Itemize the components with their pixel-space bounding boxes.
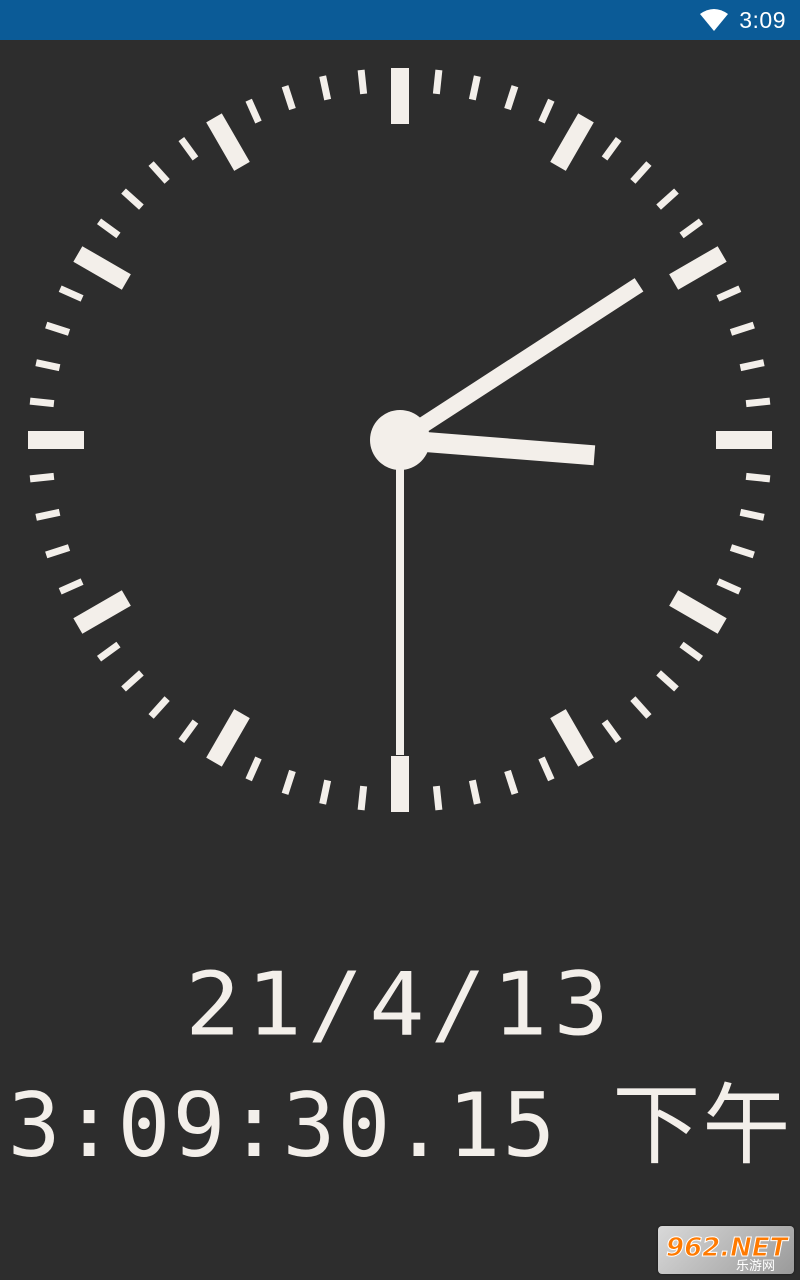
- hour-tick: [206, 709, 250, 767]
- analog-clock-face: [28, 68, 772, 812]
- minute-tick: [538, 98, 555, 124]
- minute-tick: [35, 359, 61, 372]
- minute-tick: [504, 85, 519, 111]
- hour-tick: [669, 246, 727, 290]
- minute-tick: [432, 785, 443, 811]
- hour-tick: [73, 246, 131, 290]
- minute-tick: [121, 188, 144, 210]
- digital-date: 21/4/13: [185, 953, 615, 1056]
- minute-tick: [630, 161, 652, 184]
- minute-tick: [468, 779, 481, 805]
- minute-tick: [468, 75, 481, 101]
- minute-tick: [729, 544, 755, 559]
- minute-tick: [121, 670, 144, 692]
- minute-tick: [148, 161, 170, 184]
- minute-tick: [245, 756, 262, 782]
- minute-tick: [148, 696, 170, 719]
- hour-tick: [550, 113, 594, 171]
- minute-tick: [96, 641, 121, 662]
- minute-tick: [656, 670, 679, 692]
- minute-tick: [281, 769, 296, 795]
- minute-tick: [716, 285, 742, 302]
- minute-tick: [745, 472, 771, 483]
- minute-tick: [29, 472, 55, 483]
- minute-tick: [29, 397, 55, 408]
- minute-tick: [729, 321, 755, 336]
- minute-tick: [538, 756, 555, 782]
- analog-clock: [0, 40, 800, 840]
- minute-tick: [58, 578, 84, 595]
- clock-center-hub: [370, 410, 430, 470]
- minute-tick: [716, 578, 742, 595]
- minute-tick: [630, 696, 652, 719]
- hour-tick: [669, 590, 727, 634]
- digital-time: 3:09:30.15 下午: [7, 1074, 793, 1177]
- minute-tick: [679, 641, 704, 662]
- svg-text:乐游网: 乐游网: [736, 1259, 775, 1274]
- minute-tick: [281, 85, 296, 111]
- hour-tick: [73, 590, 131, 634]
- minute-tick: [96, 218, 121, 239]
- minute-tick: [432, 69, 443, 95]
- minute-tick: [357, 785, 368, 811]
- status-time: 3:09: [739, 6, 786, 33]
- hour-tick: [550, 709, 594, 767]
- minute-tick: [745, 397, 771, 408]
- minute-tick: [35, 508, 61, 521]
- minute-tick: [357, 69, 368, 95]
- minute-tick: [45, 544, 71, 559]
- site-watermark-logo: 962.NET 乐游网: [658, 1226, 794, 1274]
- minute-tick: [679, 218, 704, 239]
- minute-hand: [395, 278, 644, 447]
- minute-tick: [245, 98, 262, 124]
- wifi-icon: [699, 8, 729, 32]
- minute-tick: [504, 769, 519, 795]
- minute-tick: [45, 321, 71, 336]
- minute-tick: [601, 136, 622, 161]
- minute-tick: [601, 719, 622, 744]
- minute-tick: [319, 75, 332, 101]
- minute-tick: [178, 719, 199, 744]
- minute-tick: [58, 285, 84, 302]
- minute-tick: [319, 779, 332, 805]
- minute-tick: [178, 136, 199, 161]
- watermark-logo-icon: 962.NET 乐游网: [666, 1233, 791, 1275]
- status-bar: 3:09: [0, 0, 800, 40]
- minute-tick: [739, 359, 765, 372]
- minute-tick: [656, 188, 679, 210]
- minute-tick: [739, 508, 765, 521]
- hour-tick: [206, 113, 250, 171]
- status-icons: 3:09: [699, 0, 786, 40]
